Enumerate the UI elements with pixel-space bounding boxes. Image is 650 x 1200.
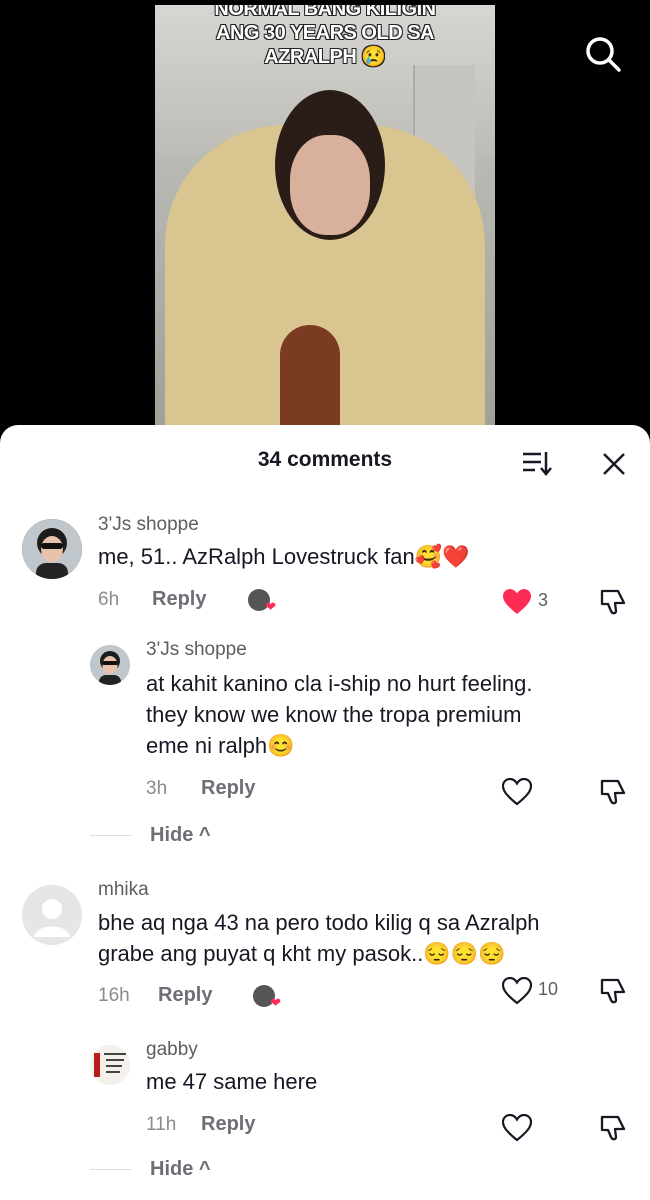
sort-icon[interactable] [521,449,553,477]
comment-username[interactable]: mhika [98,879,149,901]
comment-text-line: bhe aq nga 43 na pero todo kilig q sa Az… [98,910,540,935]
comment-username[interactable]: 3'Js shoppe [146,639,247,661]
liked-heart-icon: ❤ [270,995,281,1010]
comment-text: me 47 same here [146,1069,318,1094]
dislike-icon[interactable] [598,976,628,1006]
caption-line-3: AZRALPH 😢 [264,46,386,68]
comment-text-line: they know we know the tropa premium [146,702,522,727]
liked-heart-icon: ❤ [265,599,276,614]
comment-item: 3'Js shoppe me, 51.. AzRalph Lovestruck … [0,510,650,630]
like-count: 3 [538,590,549,610]
hide-replies-button[interactable]: Hide ^ [150,1158,211,1181]
comment-time: 3h [146,778,168,799]
reply-button[interactable]: Reply [152,588,206,611]
comment-text-line: grabe ang puyat q kht my pasok..😔😔😔 [98,941,506,966]
video-caption: NORMAL BANG KILIGIN ANG 30 YEARS OLD SA … [155,5,495,69]
divider [90,835,132,836]
like-heart-icon[interactable] [502,1114,532,1142]
like-heart-icon[interactable] [502,977,532,1005]
avatar[interactable] [22,519,82,579]
comments-sheet: 34 comments 3'Js shoppe me, 51.. AzRalph… [0,425,650,1200]
avatar-image [90,1045,130,1085]
comment-item: mhika bhe aq nga 43 na pero todo kilig q… [0,875,650,1015]
video-player[interactable]: NORMAL BANG KILIGIN ANG 30 YEARS OLD SA … [0,0,650,440]
reply-button[interactable]: Reply [158,984,212,1007]
search-icon[interactable] [584,35,622,73]
video-person-shirt [280,325,340,440]
avatar-image [90,645,130,685]
comment-username[interactable]: 3'Js shoppe [98,514,199,536]
video-frame[interactable]: NORMAL BANG KILIGIN ANG 30 YEARS OLD SA … [155,5,495,440]
caption-line-2: ANG 30 YEARS OLD SA [216,22,434,44]
avatar-image [22,519,82,579]
creator-liked-badge: ❤ [248,589,276,614]
avatar[interactable] [22,885,82,945]
comment-text: me, 51.. AzRalph Lovestruck fan🥰❤️ [98,544,470,569]
comment-time: 16h [98,985,130,1006]
like-heart-icon[interactable] [502,778,532,806]
comment-username[interactable]: gabby [146,1039,198,1061]
avatar[interactable] [90,645,130,685]
dislike-icon[interactable] [598,587,628,617]
like-count: 10 [538,979,559,999]
comment-time: 6h [98,589,120,610]
dislike-icon[interactable] [598,777,628,807]
reply-item: 3'Js shoppe at kahit kanino cla i-ship n… [0,635,650,846]
default-avatar-icon [22,885,82,945]
close-icon[interactable] [600,450,628,478]
dislike-icon[interactable] [598,1113,628,1143]
reply-item: gabby me 47 same here 11h Reply Hide ^ [0,1037,650,1197]
avatar[interactable] [90,1045,130,1085]
hide-replies-button[interactable]: Hide ^ [150,824,211,847]
comment-text-line: at kahit kanino cla i-ship no hurt feeli… [146,671,533,696]
video-person-face [290,135,370,235]
caption-line-1: NORMAL BANG KILIGIN [214,5,436,20]
comment-time: 11h [146,1114,177,1135]
reply-button[interactable]: Reply [201,777,255,800]
divider [90,1169,132,1170]
comment-text-line: eme ni ralph😊 [146,733,295,758]
reply-button[interactable]: Reply [201,1113,255,1136]
creator-liked-badge: ❤ [253,985,281,1010]
like-heart-icon[interactable] [502,588,532,616]
